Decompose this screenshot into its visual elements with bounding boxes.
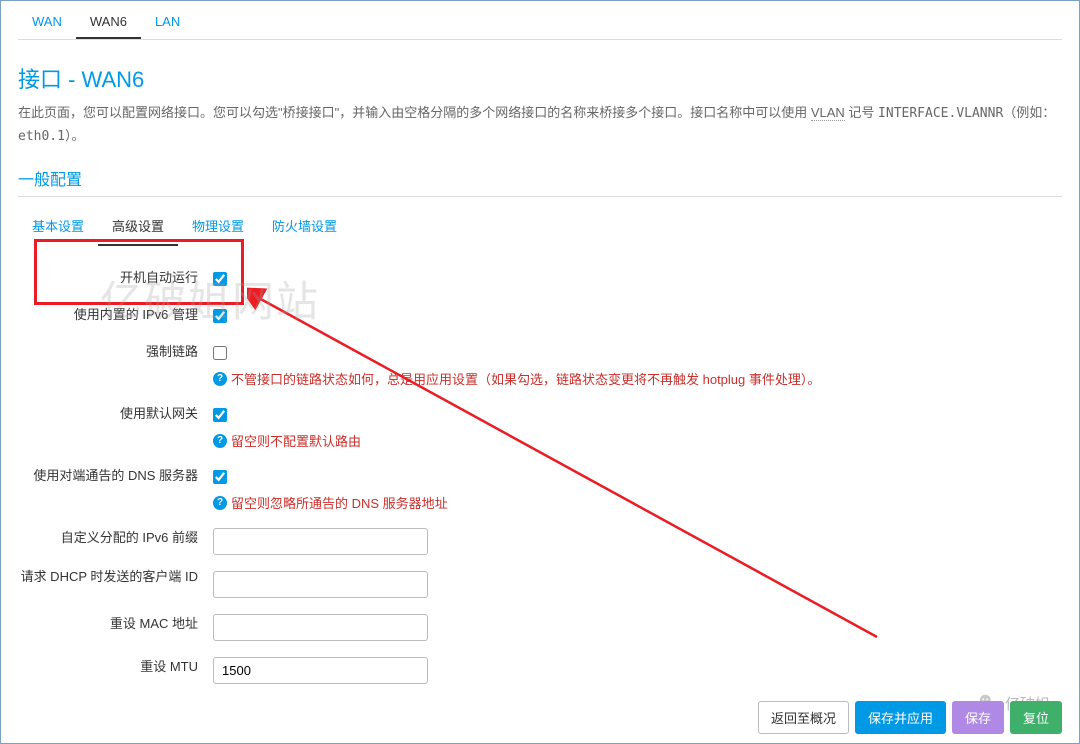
label-default-gw: 使用默认网关 <box>18 402 213 450</box>
label-reset-mtu: 重设 MTU <box>18 655 213 684</box>
tab-advanced[interactable]: 高级设置 <box>98 209 178 246</box>
reset-button[interactable]: 复位 <box>1010 701 1062 734</box>
input-reset-mtu[interactable] <box>213 657 428 684</box>
tab-physical[interactable]: 物理设置 <box>178 209 258 246</box>
input-reset-mac[interactable] <box>213 614 428 641</box>
config-sub-tabs: 基本设置 高级设置 物理设置 防火墙设置 <box>18 209 1062 246</box>
checkbox-auto-start[interactable] <box>213 272 227 286</box>
help-default-gw: ? 留空则不配置默认路由 <box>213 431 1062 450</box>
tab-wan[interactable]: WAN <box>18 8 76 39</box>
help-force-link: ? 不管接口的链路状态如何，总是用应用设置（如果勾选，链路状态变更将不再触发 h… <box>213 369 1062 388</box>
label-force-link: 强制链路 <box>18 340 213 388</box>
checkbox-builtin-ipv6[interactable] <box>213 309 227 323</box>
back-button[interactable]: 返回至概况 <box>758 701 849 734</box>
tab-firewall[interactable]: 防火墙设置 <box>258 209 351 246</box>
input-ipv6-prefix[interactable] <box>213 528 428 555</box>
checkbox-default-gw[interactable] <box>213 408 227 422</box>
help-icon: ? <box>213 434 227 448</box>
help-icon: ? <box>213 372 227 386</box>
interface-tabs: WAN WAN6 LAN <box>18 0 1062 40</box>
label-reset-mac: 重设 MAC 地址 <box>18 612 213 641</box>
checkbox-force-link[interactable] <box>213 346 227 360</box>
label-builtin-ipv6: 使用内置的 IPv6 管理 <box>18 303 213 326</box>
save-apply-button[interactable]: 保存并应用 <box>855 701 946 734</box>
tab-basic[interactable]: 基本设置 <box>18 209 98 246</box>
tab-wan6[interactable]: WAN6 <box>76 8 141 39</box>
input-client-id[interactable] <box>213 571 428 598</box>
page-title: 接口 - WAN6 <box>18 62 1062 94</box>
label-auto-start: 开机自动运行 <box>18 266 213 289</box>
footer-buttons: 返回至概况 保存并应用 保存 复位 <box>758 701 1062 734</box>
help-peer-dns: ? 留空则忽略所通告的 DNS 服务器地址 <box>213 493 1062 512</box>
section-title: 一般配置 <box>18 166 1062 197</box>
label-ipv6-prefix: 自定义分配的 IPv6 前缀 <box>18 526 213 555</box>
label-client-id: 请求 DHCP 时发送的客户端 ID <box>18 569 213 598</box>
checkbox-peer-dns[interactable] <box>213 470 227 484</box>
page-description: 在此页面，您可以配置网络接口。您可以勾选"桥接接口"，并输入由空格分隔的多个网络… <box>18 102 1062 148</box>
save-button[interactable]: 保存 <box>952 701 1004 734</box>
label-peer-dns: 使用对端通告的 DNS 服务器 <box>18 464 213 512</box>
help-icon: ? <box>213 496 227 510</box>
tab-lan[interactable]: LAN <box>141 8 194 39</box>
